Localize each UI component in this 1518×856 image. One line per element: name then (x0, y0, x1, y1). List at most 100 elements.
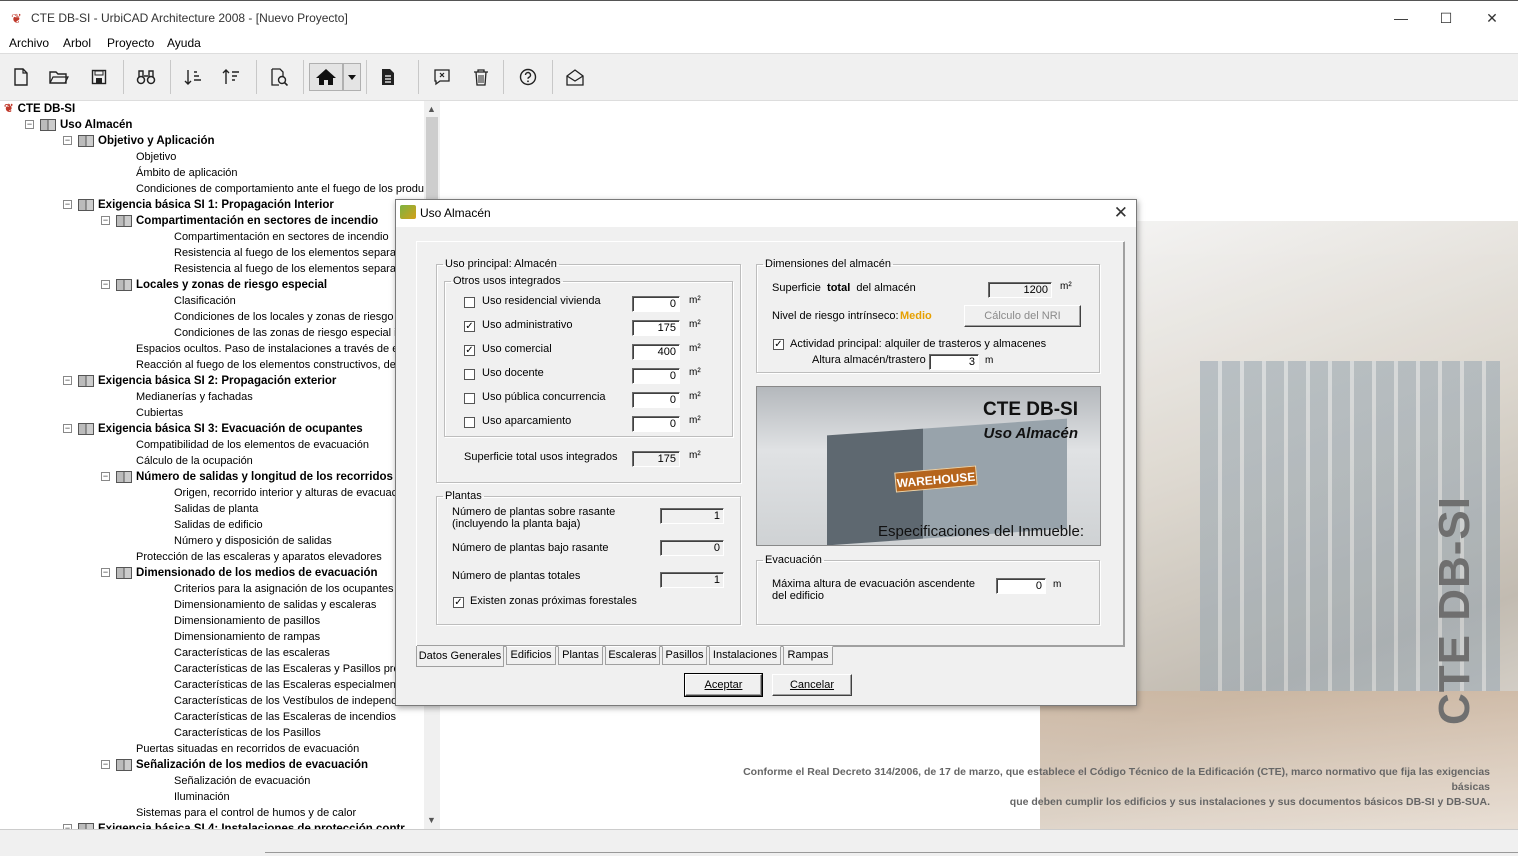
sort-descending-icon[interactable] (216, 63, 246, 91)
tree-item[interactable]: Condiciones de las zonas de riesgo espec… (174, 325, 403, 341)
uso-surface-field[interactable]: 175 (632, 320, 680, 336)
new-document-icon[interactable] (6, 63, 36, 91)
report-icon[interactable] (373, 63, 403, 91)
tree-collapse-toggle[interactable]: − (25, 120, 34, 129)
tab-1[interactable]: Edificios (506, 646, 556, 665)
tree-item[interactable]: Condiciones de comportamiento ante el fu… (136, 181, 433, 197)
tree-collapse-toggle[interactable]: − (101, 760, 110, 769)
tree-item[interactable]: Cálculo de la ocupación (136, 453, 253, 469)
tree-item[interactable]: Características de los Vestíbulos de ind… (174, 693, 397, 709)
tree-item[interactable]: ❦ CTE DB-SI (4, 101, 75, 117)
tab-5[interactable]: Instalaciones (709, 646, 781, 665)
tree-item[interactable]: Compartimentación en sectores de incendi… (116, 213, 378, 229)
plantas-bajo-field[interactable]: 0 (660, 540, 724, 556)
save-icon[interactable] (84, 63, 114, 91)
tree-item[interactable]: Resistencia al fuego de los elementos se… (174, 245, 402, 261)
tab-2[interactable]: Plantas (558, 646, 603, 665)
tree-item[interactable]: Salidas de edificio (174, 517, 263, 533)
tree-collapse-toggle[interactable]: − (101, 280, 110, 289)
home-icon[interactable] (309, 63, 343, 91)
tree-item[interactable]: Características de las escaleras (174, 645, 330, 661)
uso-checkbox[interactable]: ✓ (464, 321, 475, 332)
tree-item[interactable]: Exigencia básica SI 2: Propagación exter… (78, 373, 336, 389)
help-icon[interactable] (513, 63, 543, 91)
uso-surface-field[interactable]: 0 (632, 392, 680, 408)
tree-item[interactable]: Uso Almacén (40, 117, 132, 133)
uso-surface-field[interactable]: 0 (632, 416, 680, 432)
tree-item[interactable]: Características de las Escaleras de ince… (174, 709, 396, 725)
tree-collapse-toggle[interactable]: − (101, 568, 110, 577)
mail-icon[interactable] (560, 63, 590, 91)
minimize-button[interactable]: — (1386, 7, 1416, 29)
uso-checkbox[interactable] (464, 297, 475, 308)
tree-collapse-toggle[interactable]: − (63, 424, 72, 433)
uso-checkbox[interactable] (464, 393, 475, 404)
menu-arbol[interactable]: Arbol (63, 36, 91, 50)
tree-item[interactable]: Dimensionado de los medios de evacuación (116, 565, 378, 581)
tree-item[interactable]: Características de los Pasillos (174, 725, 321, 741)
menu-proyecto[interactable]: Proyecto (107, 36, 154, 50)
tree-item[interactable]: Medianerías y fachadas (136, 389, 253, 405)
uso-checkbox[interactable]: ✓ (464, 345, 475, 356)
tree-item[interactable]: Características de las Escaleras y Pasil… (174, 661, 403, 677)
tree-collapse-toggle[interactable]: − (63, 136, 72, 145)
uso-checkbox[interactable] (464, 369, 475, 380)
actividad-checkbox[interactable]: ✓ (773, 339, 784, 350)
superficie-field[interactable]: 1200 (988, 282, 1052, 298)
tree-item[interactable]: Criterios para la asignación de los ocup… (174, 581, 394, 597)
comment-icon[interactable] (427, 63, 457, 91)
tree-item[interactable]: Objetivo (136, 149, 176, 165)
tree-item[interactable]: Clasificación (174, 293, 236, 309)
tree-item[interactable]: Resistencia al fuego de los elementos se… (174, 261, 402, 277)
evacuacion-field[interactable]: 0 (996, 578, 1046, 594)
uso-checkbox[interactable] (464, 417, 475, 428)
open-folder-icon[interactable] (44, 63, 74, 91)
uso-surface-field[interactable]: 0 (632, 368, 680, 384)
tree-collapse-toggle[interactable]: − (101, 472, 110, 481)
tab-4[interactable]: Pasillos (662, 646, 707, 665)
dialog-close-button[interactable]: ✕ (1114, 203, 1128, 223)
tab-0[interactable]: Datos Generales (416, 646, 504, 667)
cancelar-button[interactable]: Cancelar (772, 674, 852, 696)
tree-item[interactable]: Número y disposición de salidas (174, 533, 332, 549)
tree-item[interactable]: Compatibilidad de los elementos de evacu… (136, 437, 369, 453)
tree-item[interactable]: Puertas situadas en recorridos de evacua… (136, 741, 359, 757)
tree-item[interactable]: Sistemas para el control de humos y de c… (136, 805, 356, 821)
tree-item[interactable]: Exigencia básica SI 4: Instalaciones de … (78, 821, 405, 829)
tree-item[interactable]: Dimensionamiento de salidas y escaleras (174, 597, 376, 613)
maximize-button[interactable]: ☐ (1431, 7, 1461, 29)
scroll-down-icon[interactable]: ▼ (427, 815, 436, 825)
tree-item[interactable]: Locales y zonas de riesgo especial (116, 277, 327, 293)
tree-item[interactable]: Ámbito de aplicación (136, 165, 238, 181)
print-preview-icon[interactable] (264, 63, 294, 91)
tree-item[interactable]: Exigencia básica SI 3: Evacuación de ocu… (78, 421, 363, 437)
tree-item[interactable]: Objetivo y Aplicación (78, 133, 215, 149)
menu-archivo[interactable]: Archivo (9, 36, 49, 50)
tree-item[interactable]: Origen, recorrido interior y alturas de … (174, 485, 406, 501)
tab-3[interactable]: Escaleras (605, 646, 660, 665)
tree-item[interactable]: Compartimentación en sectores de incendi… (174, 229, 389, 245)
tree-collapse-toggle[interactable]: − (63, 376, 72, 385)
sort-ascending-icon[interactable] (178, 63, 208, 91)
uso-surface-field[interactable]: 400 (632, 344, 680, 360)
tree-item[interactable]: Reacción al fuego de los elementos const… (136, 357, 401, 373)
tree-item[interactable]: Exigencia básica SI 1: Propagación Inter… (78, 197, 334, 213)
tree-item[interactable]: Condiciones de los locales y zonas de ri… (174, 309, 403, 325)
plantas-sobre-field[interactable]: 1 (660, 508, 724, 524)
tree-collapse-toggle[interactable]: − (63, 200, 72, 209)
binoculars-icon[interactable] (131, 63, 161, 91)
close-window-button[interactable]: ✕ (1477, 7, 1507, 29)
tree-item[interactable]: Protección de las escaleras y aparatos e… (136, 549, 382, 565)
scroll-up-icon[interactable]: ▲ (427, 104, 436, 114)
menu-ayuda[interactable]: Ayuda (167, 36, 201, 50)
trash-icon[interactable] (466, 63, 496, 91)
tree-item[interactable]: Cubiertas (136, 405, 183, 421)
tree-item[interactable]: Iluminación (174, 789, 230, 805)
tree-item[interactable]: Salidas de planta (174, 501, 258, 517)
scrollbar-thumb[interactable] (426, 117, 438, 207)
tree-item[interactable]: Características de las Escaleras especia… (174, 677, 405, 693)
aceptar-button[interactable]: Aceptar (684, 673, 763, 697)
tree-item[interactable]: Espacios ocultos. Paso de instalaciones … (136, 341, 401, 357)
tree-item[interactable]: Dimensionamiento de rampas (174, 629, 320, 645)
forestales-checkbox[interactable]: ✓ (453, 597, 464, 608)
